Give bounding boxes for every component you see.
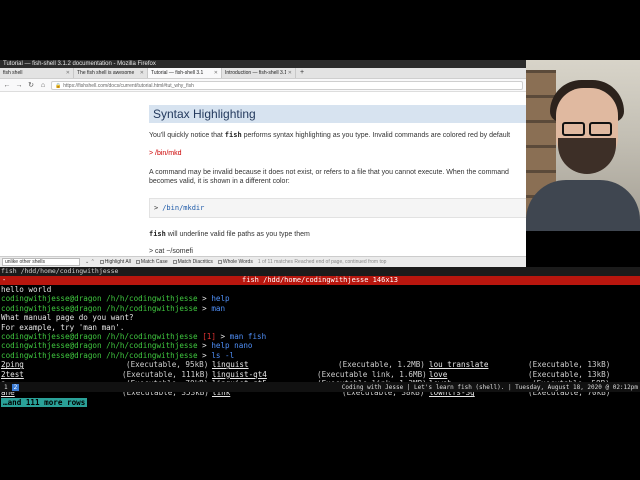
terminal-title-bar: - fish /hdd/home/codingwithjesse 146x13 — [0, 276, 640, 285]
new-tab-icon[interactable]: + — [296, 68, 308, 78]
output-line: hello world — [1, 285, 52, 294]
whole-words-checkbox[interactable]: Whole Words — [217, 259, 253, 265]
completion-meta: (Executable link, 1.6MB) — [317, 369, 427, 379]
tab-label: Tutorial — fish-shell 3.1 — [151, 70, 204, 76]
completion-row: 2ping (Executable, 95kB) linguist (Execu… — [0, 360, 640, 369]
find-prev-next-icon[interactable]: ⌄ ⌃ — [85, 259, 95, 265]
para-text: You'll quickly notice that — [149, 132, 225, 139]
close-icon[interactable]: ✕ — [140, 68, 144, 78]
back-arrow-icon[interactable]: ← — [3, 82, 11, 89]
completion-name[interactable]: love — [429, 370, 447, 379]
find-bar: unlike other shells ⌄ ⌃ Highlight All Ma… — [0, 256, 526, 267]
prompt-line: codingwithjesse@dragon /h/h/codingwithje… — [1, 294, 230, 304]
tab-fish-shell[interactable]: fish shell ✕ — [0, 68, 74, 78]
match-diacritics-checkbox[interactable]: Match Diacritics — [172, 259, 213, 265]
completion-name[interactable]: lou_translate — [429, 360, 488, 369]
match-case-checkbox[interactable]: Match Case — [135, 259, 168, 265]
url-text: https://fishshell.com/docs/current/tutor… — [63, 82, 194, 89]
terminal-tab-title: fish /hdd/home/codingwithjesse — [0, 267, 640, 276]
nav-bar: ← → ↻ ⌂ 🔒 https://fishshell.com/docs/curr… — [0, 79, 526, 92]
find-input[interactable]: unlike other shells — [2, 258, 80, 266]
completion-name[interactable]: 2ping — [1, 360, 24, 369]
completion-meta: (Executable, 13kB) — [528, 360, 611, 370]
prompt-line: codingwithjesse@dragon /h/h/codingwithje… — [1, 341, 253, 351]
output-line: What manual page do you want? — [1, 313, 134, 323]
tab-introduction[interactable]: Introduction — fish-shell 3.1 ✕ — [222, 68, 296, 78]
presenter-glasses — [562, 122, 612, 136]
terminal-window[interactable]: fish /hdd/home/codingwithjesse - fish /h… — [0, 267, 640, 420]
page-content: Syntax Highlighting You'll quickly notic… — [0, 93, 526, 255]
completion-meta: (Executable, 95kB) — [126, 360, 209, 370]
completion-name[interactable]: linguist — [212, 360, 249, 369]
completion-name[interactable]: 2test — [1, 370, 24, 379]
window-title: Tutorial — fish-shell 3.1.2 documentatio… — [0, 60, 526, 68]
completion-meta: (Executable, 111kB) — [122, 369, 209, 379]
highlight-all-checkbox[interactable]: Highlight All — [99, 259, 131, 265]
completion-name[interactable]: linguist-qt4 — [212, 370, 267, 379]
completion-meta: (Executable, 1.2MB) — [338, 360, 425, 370]
tab-label: The fish shell is awesome — [77, 70, 135, 76]
home-icon[interactable]: ⌂ — [39, 82, 47, 89]
terminal-title: fish /hdd/home/codingwithjesse 146x13 — [242, 276, 398, 284]
code-example-partial: > cat ~/somefi — [149, 248, 193, 255]
output-line: For example, try 'man man'. — [1, 322, 125, 332]
window-manager-statusbar: 1 2 Coding with Jesse | Let's learn fish… — [0, 382, 640, 392]
completion-meta: (Executable, 13kB) — [528, 369, 611, 379]
close-icon[interactable]: ✕ — [288, 68, 292, 78]
paragraph-3: fish will underline valid file paths as … — [149, 230, 526, 239]
tab-strip: fish shell ✕ The fish shell is awesome ✕… — [0, 68, 526, 79]
tab-label: Introduction — fish-shell 3.1 — [225, 70, 286, 76]
workspace-list: 1 2 — [2, 383, 20, 391]
browser-window: Tutorial — fish-shell 3.1.2 documentatio… — [0, 60, 526, 267]
presenter-shirt — [526, 180, 640, 231]
para-text: will underline valid file paths as you t… — [165, 231, 310, 238]
letterbox — [0, 420, 640, 480]
more-rows-indicator[interactable]: …and 111 more rows — [1, 397, 88, 408]
paragraph-2: A command may be invalid because it does… — [149, 169, 509, 185]
webcam-overlay — [526, 60, 640, 231]
para-text: performs syntax highlighting as you type… — [241, 132, 511, 139]
presenter-beard — [558, 138, 616, 174]
inline-code: fish — [149, 230, 166, 238]
close-icon[interactable]: ✕ — [66, 68, 70, 78]
more-rows-line: …and 111 more rows — [0, 397, 640, 408]
forward-arrow-icon[interactable]: → — [15, 82, 23, 89]
tab-label: fish shell — [3, 70, 23, 76]
code-command: /bin/mkdir — [162, 204, 205, 212]
tab-fish-awesome[interactable]: The fish shell is awesome ✕ — [74, 68, 148, 78]
code-block: >/bin/mkdir — [149, 198, 526, 218]
close-icon[interactable]: ✕ — [214, 68, 218, 78]
reload-icon[interactable]: ↻ — [27, 81, 35, 89]
url-bar[interactable]: 🔒 https://fishshell.com/docs/current/tuto… — [51, 80, 523, 90]
prompt-line: codingwithjesse@dragon /h/h/codingwithje… — [1, 331, 267, 341]
invalid-command-example: > /bin/mkd — [149, 150, 182, 157]
paragraph-1: You'll quickly notice that fish performs… — [149, 131, 526, 140]
lock-icon: 🔒 — [55, 82, 62, 89]
prompt-line: codingwithjesse@dragon /h/h/codingwithje… — [1, 303, 226, 313]
title-dash: - — [2, 276, 7, 284]
inline-code: fish — [224, 131, 242, 139]
find-status: 1 of 11 matches Reached end of page, con… — [257, 259, 387, 265]
section-heading: Syntax Highlighting — [149, 105, 526, 123]
completion-row: 2test (Executable, 111kB) linguist-qt4 (… — [0, 370, 640, 379]
workspace-1[interactable]: 1 — [2, 384, 10, 391]
status-text: Coding with Jesse | Let's learn fish (sh… — [341, 383, 638, 391]
workspace-2[interactable]: 2 — [11, 383, 20, 391]
tab-tutorial[interactable]: Tutorial — fish-shell 3.1 ✕ — [148, 68, 222, 78]
code-prompt: > — [154, 204, 159, 212]
prompt-line-current[interactable]: codingwithjesse@dragon /h/h/codingwithje… — [0, 351, 640, 360]
